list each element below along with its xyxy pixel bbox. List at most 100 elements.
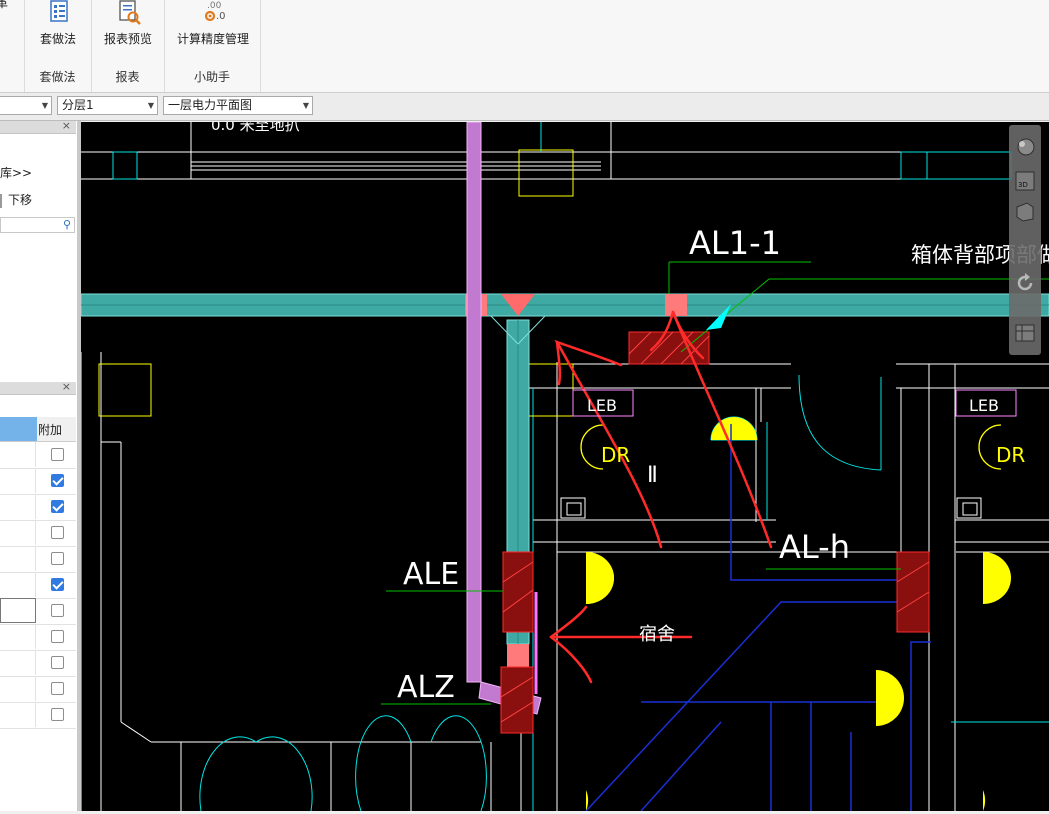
extra-checkbox[interactable] — [51, 604, 64, 617]
table-cell[interactable] — [0, 442, 36, 467]
ale-label: ALE — [403, 557, 459, 592]
table-cell[interactable] — [0, 546, 36, 571]
grid-header: 附加 — [0, 417, 76, 442]
ribbon-group-helper: .00 .0 计算精度管理 小助手 — [164, 0, 261, 92]
table-row[interactable] — [0, 624, 76, 651]
left-panel: × 库>> 下移 ⚲ × 附加 — [0, 119, 78, 811]
table-cell[interactable] — [0, 624, 36, 649]
group-title-tao-zuo-fa: 套做法 — [39, 70, 76, 84]
leb-label: LEB — [587, 396, 617, 415]
layout-grid-icon[interactable] — [1013, 321, 1037, 345]
table-cell[interactable] — [0, 650, 36, 675]
table-cell[interactable] — [0, 598, 36, 623]
dr-label: DR — [601, 443, 630, 467]
svg-text:.0: .0 — [216, 11, 226, 22]
dr-label-right: DR — [996, 443, 1025, 467]
extra-checkbox[interactable] — [51, 448, 64, 461]
report-preview-icon — [119, 0, 141, 25]
table-row[interactable] — [0, 598, 76, 625]
extra-checkbox[interactable] — [51, 682, 64, 695]
extra-checkbox[interactable] — [51, 708, 64, 721]
floor-select[interactable]: ▼ — [0, 96, 52, 115]
3d-view-icon[interactable]: 3D — [1013, 169, 1037, 193]
search-icon[interactable]: ⚲ — [63, 218, 71, 231]
panel-header-grid: × — [0, 380, 76, 395]
room-mark-label: Ⅱ — [647, 463, 658, 488]
table-row[interactable] — [0, 442, 76, 469]
library-link[interactable]: 库>> — [0, 164, 32, 181]
table-cell[interactable] — [0, 572, 36, 597]
dorm-label: 宿舍 — [639, 624, 675, 645]
chevron-down-icon: ▼ — [302, 101, 309, 110]
column-header-extra: 附加 — [38, 423, 63, 437]
cad-drawing: 0.0 米至地扒 AL1-1 箱体背部项部做防 LEB LEB DR DR Ⅱ … — [80, 116, 1049, 812]
extra-checkbox[interactable] — [51, 474, 64, 487]
divider — [0, 193, 2, 208]
layer-select-value: 分层1 — [62, 98, 94, 112]
table-row[interactable] — [0, 520, 76, 547]
ribbon-group-report: 报表预览 报表 — [91, 0, 165, 92]
extra-checkbox[interactable] — [51, 630, 64, 643]
tao-zuo-fa-label: 套做法 — [39, 32, 76, 46]
yellow-elements — [98, 149, 1011, 811]
precision-gear-icon: .00 .0 — [204, 1, 226, 22]
chevron-down-icon: ▼ — [147, 101, 154, 110]
move-down-label: 下移 — [8, 193, 33, 207]
report-preview-label: 报表预览 — [103, 32, 152, 46]
close-icon[interactable]: × — [62, 380, 71, 393]
table-cell[interactable] — [0, 702, 36, 727]
chevron-down-icon: ▼ — [41, 101, 48, 110]
search-input[interactable]: ⚲ — [0, 217, 75, 233]
report-preview-button[interactable]: 报表预览 — [99, 0, 157, 47]
table-row[interactable] — [0, 546, 76, 573]
table-row[interactable] — [0, 468, 76, 495]
cyan-outlines — [112, 122, 1049, 812]
precision-management-button[interactable]: .00 .0 计算精度管理 — [172, 0, 254, 47]
extra-checkbox[interactable] — [51, 552, 64, 565]
ribbon-toolbar: 革 套做法 套做法 报表预览 报表 .00 .0 计算精度管理 小助手 — [0, 0, 1049, 93]
alz-label: ALZ — [397, 670, 455, 705]
svg-text:3D: 3D — [1018, 181, 1028, 189]
layer-select[interactable]: 分层1 ▼ — [57, 96, 158, 115]
table-cell[interactable] — [0, 676, 36, 701]
orbit-icon[interactable] — [1013, 135, 1037, 159]
extra-checkbox[interactable] — [51, 578, 64, 591]
table-row[interactable] — [0, 572, 76, 599]
drawing-select[interactable]: 一层电力平面图 ▼ — [163, 96, 313, 115]
close-icon[interactable]: × — [62, 119, 71, 132]
blue-wiring — [585, 424, 931, 812]
precision-management-label: 计算精度管理 — [176, 32, 249, 46]
cube-view-icon[interactable] — [1013, 199, 1037, 223]
table-cell[interactable] — [0, 468, 36, 493]
wall-lines — [80, 122, 1049, 811]
rotate-icon[interactable] — [1013, 271, 1037, 295]
svg-text:.00: .00 — [207, 1, 222, 11]
group-title-report: 报表 — [115, 70, 140, 84]
extra-checkbox[interactable] — [51, 656, 64, 669]
al1-1-label: AL1-1 — [689, 224, 781, 262]
panel-header-top: × — [0, 119, 76, 134]
view-toolbar: 3D — [1009, 125, 1041, 355]
move-down-button[interactable]: 下移 — [0, 191, 32, 208]
table-row[interactable] — [0, 676, 76, 703]
tao-zuo-fa-button[interactable]: 套做法 — [32, 0, 84, 47]
table-row[interactable] — [0, 494, 76, 521]
ribbon-group-partial: 革 — [0, 0, 25, 92]
table-cell[interactable] — [0, 494, 36, 519]
selected-column-header[interactable] — [0, 417, 37, 441]
table-row[interactable] — [0, 650, 76, 677]
group-title-helper: 小助手 — [193, 70, 230, 84]
selector-row: ▼ 分层1 ▼ 一层电力平面图 ▼ — [0, 93, 1049, 121]
al-h-label: AL-h — [779, 528, 850, 566]
table-cell[interactable] — [0, 520, 36, 545]
extra-checkbox[interactable] — [51, 526, 64, 539]
table-row[interactable] — [0, 702, 76, 729]
ribbon-group-tao-zuo-fa: 套做法 套做法 — [24, 0, 92, 92]
leb-label-right: LEB — [969, 396, 999, 415]
top-cut-label: 0.0 米至地扒 — [211, 122, 300, 134]
cad-canvas[interactable]: 0.0 米至地扒 AL1-1 箱体背部项部做防 LEB LEB DR DR Ⅱ … — [80, 116, 1049, 812]
partial-label: 革 — [0, 0, 9, 10]
list-icon — [50, 0, 68, 22]
extra-checkbox[interactable] — [51, 500, 64, 513]
drawing-select-value: 一层电力平面图 — [168, 98, 253, 112]
